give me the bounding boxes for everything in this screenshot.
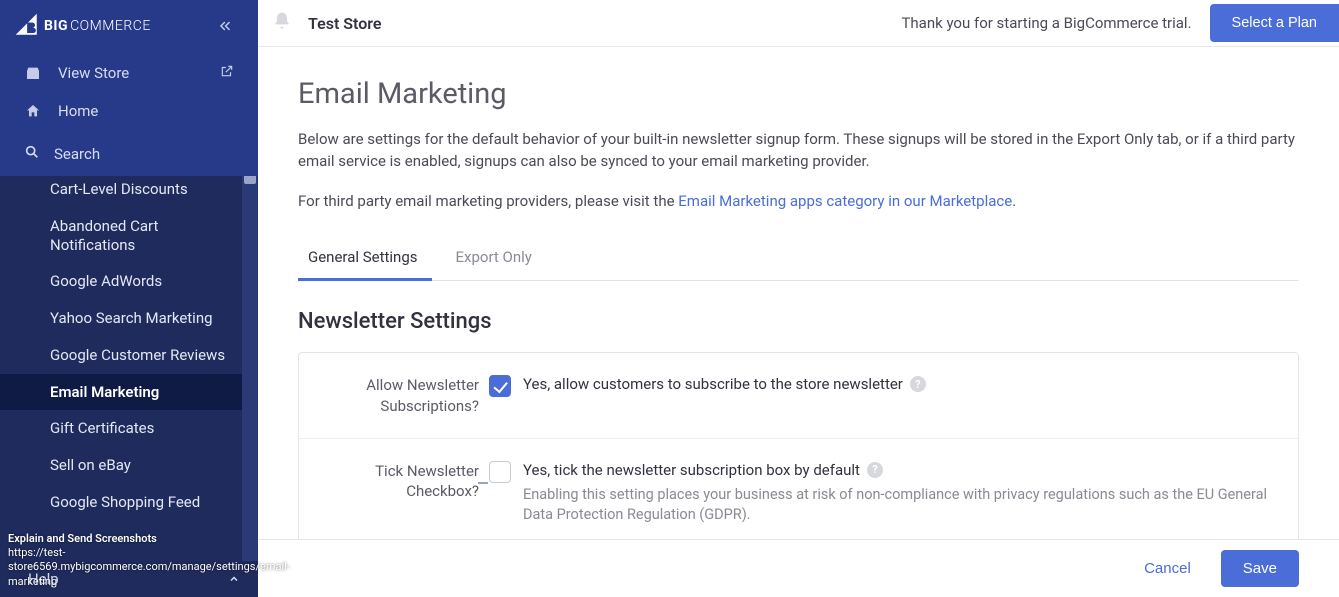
sidebar-search[interactable]: Search: [0, 134, 258, 176]
field-label: Allow Newsletter Subscriptions?: [319, 375, 479, 416]
cancel-button[interactable]: Cancel: [1134, 552, 1201, 585]
field-label: Tick Newsletter Checkbox?: [319, 461, 479, 526]
tick-newsletter-text: Yes, tick the newsletter subscription bo…: [523, 461, 860, 479]
sidebar-item-email-marketing[interactable]: Email Marketing: [0, 374, 258, 411]
logo: BIGCOMMERCE: [14, 12, 151, 40]
external-link-icon: [220, 64, 234, 82]
sidebar-view-store-label: View Store: [58, 64, 129, 82]
section-title: Newsletter Settings: [298, 309, 1299, 334]
help-icon[interactable]: ?: [867, 462, 883, 478]
trial-message: Thank you for starting a BigCommerce tri…: [901, 14, 1191, 32]
chevron-up-icon: [228, 573, 240, 585]
notifications-icon[interactable]: [272, 11, 292, 35]
bigcommerce-logo-icon: [14, 12, 42, 40]
content: Email Marketing Below are settings for t…: [258, 47, 1339, 539]
sidebar-view-store[interactable]: View Store: [0, 54, 258, 92]
marketplace-link[interactable]: Email Marketing apps category in our Mar…: [678, 192, 1012, 210]
sidebar-item-sell-on-ebay[interactable]: Sell on eBay: [0, 447, 258, 484]
settings-panel: Allow Newsletter Subscriptions? Yes, all…: [298, 352, 1299, 539]
field-allow-newsletter: Allow Newsletter Subscriptions? Yes, all…: [299, 353, 1298, 438]
sidebar-item-yahoo-search[interactable]: Yahoo Search Marketing: [0, 300, 258, 337]
sidebar-help[interactable]: Help: [0, 561, 258, 597]
search-icon: [24, 144, 40, 164]
chevron-double-left-icon: [218, 19, 232, 33]
sidebar-item-gift-certificates[interactable]: Gift Certificates: [0, 410, 258, 447]
sidebar-item-google-shopping[interactable]: Google Shopping Feed: [0, 484, 258, 521]
allow-newsletter-checkbox[interactable]: [489, 375, 511, 397]
scrollbar-thumb[interactable]: [244, 176, 256, 184]
sidebar: BIGCOMMERCE View Store: [0, 0, 258, 597]
field-tick-newsletter: Tick Newsletter Checkbox? Yes, tick the …: [299, 438, 1298, 539]
sidebar-item-google-reviews[interactable]: Google Customer Reviews: [0, 337, 258, 374]
page-title: Email Marketing: [298, 77, 1299, 111]
tick-newsletter-checkbox[interactable]: [489, 461, 511, 483]
home-icon: [24, 103, 42, 119]
sidebar-scrollbar[interactable]: [242, 176, 258, 561]
sidebar-scroll-area: Cart-Level Discounts Abandoned Cart Noti…: [0, 176, 258, 561]
sidebar-item-google-adwords[interactable]: Google AdWords: [0, 263, 258, 300]
header: Test Store Thank you for starting a BigC…: [258, 0, 1339, 47]
storefront-icon: [24, 65, 42, 81]
page-description-1: Below are settings for the default behav…: [298, 129, 1298, 173]
tab-export-only[interactable]: Export Only: [446, 236, 560, 280]
tab-general-settings[interactable]: General Settings: [298, 236, 446, 280]
help-icon[interactable]: ?: [910, 376, 926, 392]
page-description-2: For third party email marketing provider…: [298, 191, 1298, 213]
store-name: Test Store: [308, 14, 382, 33]
allow-newsletter-text: Yes, allow customers to subscribe to the…: [523, 375, 903, 393]
sidebar-help-label: Help: [28, 570, 59, 588]
sidebar-item-cart-level-discounts[interactable]: Cart-Level Discounts: [0, 176, 258, 208]
collapse-sidebar-button[interactable]: [210, 11, 240, 41]
sidebar-item-abandoned-cart[interactable]: Abandoned Cart Notifications: [0, 208, 258, 264]
footer-actions: Cancel Save: [258, 539, 1339, 597]
select-plan-button[interactable]: Select a Plan: [1210, 4, 1339, 42]
sidebar-home[interactable]: Home: [0, 92, 258, 130]
sidebar-home-label: Home: [58, 102, 98, 120]
save-button[interactable]: Save: [1221, 550, 1299, 587]
main: Test Store Thank you for starting a BigC…: [258, 0, 1339, 597]
sidebar-search-label: Search: [54, 145, 100, 163]
tabs: General Settings Export Only: [298, 236, 1299, 281]
tick-newsletter-hint: Enabling this setting places your busine…: [523, 485, 1278, 526]
